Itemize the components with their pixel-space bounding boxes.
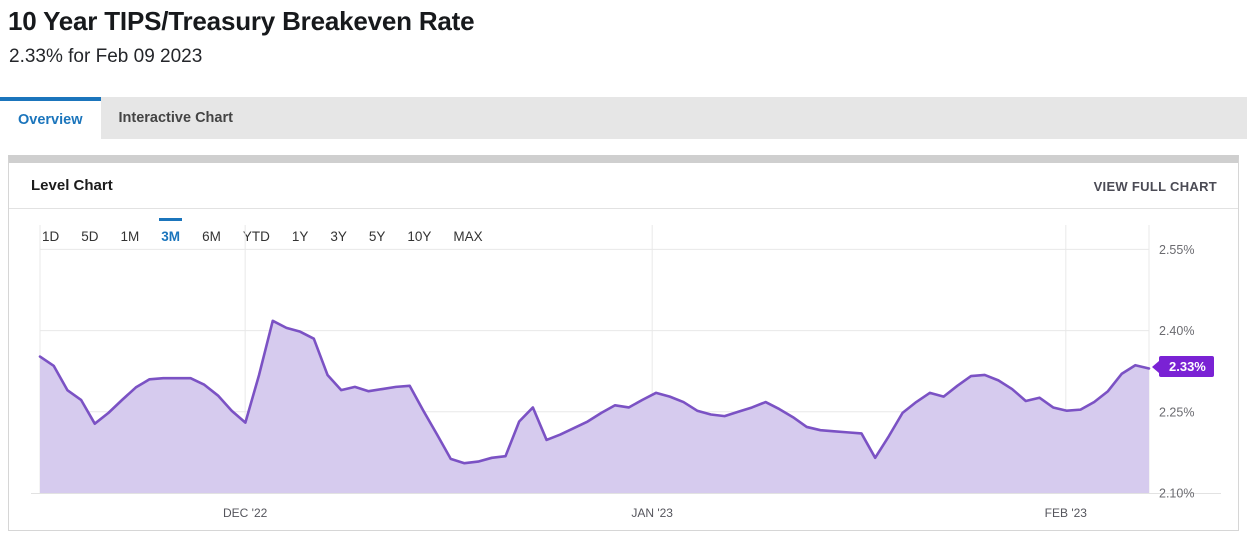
- y-axis-label: 2.40%: [1159, 324, 1194, 338]
- page-subtitle: 2.33% for Feb 09 2023: [9, 46, 203, 67]
- page-root: 10 Year TIPS/Treasury Breakeven Rate 2.3…: [0, 0, 1247, 552]
- x-axis-label: FEB '23: [1045, 506, 1088, 520]
- last-value-badge: 2.33%: [1159, 356, 1214, 378]
- x-axis-label: JAN '23: [631, 506, 673, 520]
- x-axis-label: DEC '22: [223, 506, 268, 520]
- tab-interactive-chart[interactable]: Interactive Chart: [101, 97, 251, 139]
- y-axis-label: 2.55%: [1159, 243, 1194, 257]
- level-chart-panel: Level Chart VIEW FULL CHART 1D 5D 1M 3M …: [8, 155, 1239, 531]
- chart-container[interactable]: 2.55% 2.40% 2.25% 2.10% DEC '22 JAN '23 FEB '2…: [31, 225, 1221, 520]
- y-axis-label: 2.25%: [1159, 405, 1194, 419]
- view-full-chart-link[interactable]: VIEW FULL CHART: [1094, 179, 1217, 194]
- tab-overview[interactable]: Overview: [0, 97, 101, 139]
- panel-title: Level Chart: [31, 177, 113, 194]
- last-value-badge-wrap: 2.33%: [1159, 356, 1214, 378]
- tab-bar: Overview Interactive Chart: [0, 97, 1247, 139]
- panel-header: Level Chart VIEW FULL CHART: [9, 163, 1238, 209]
- page-title: 10 Year TIPS/Treasury Breakeven Rate: [8, 6, 475, 36]
- level-chart-svg: 2.55% 2.40% 2.25% 2.10% DEC '22 JAN '23 FEB '2…: [31, 225, 1221, 520]
- y-axis-label: 2.10%: [1159, 487, 1194, 501]
